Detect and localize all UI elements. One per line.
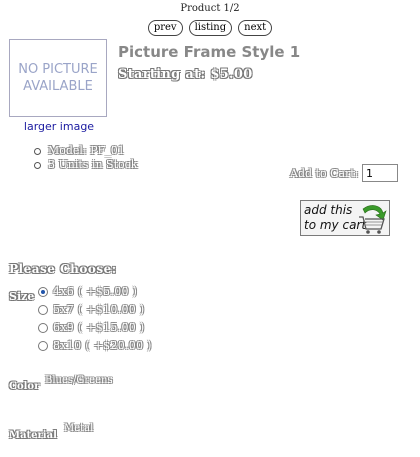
green-arrow-icon — [362, 205, 387, 221]
radio-button[interactable] — [38, 287, 48, 297]
size-option-label: 4x6 ( +$5.00 ) — [53, 285, 138, 298]
bullet-icon — [34, 161, 41, 169]
material-label: Material — [9, 430, 57, 441]
product-navigation: prev listing next — [0, 20, 420, 36]
size-option[interactable]: 6x9 ( +$15.00 ) — [38, 319, 152, 337]
material-value: Metal — [64, 423, 94, 434]
add-to-cart-label: Add to Cart: — [290, 167, 359, 180]
quantity-input[interactable] — [362, 164, 398, 182]
radio-button[interactable] — [38, 341, 48, 351]
product-counter: Product 1/2 — [180, 3, 240, 14]
color-label: Color — [9, 381, 40, 392]
radio-button[interactable] — [38, 305, 48, 315]
size-option[interactable]: 4x6 ( +$5.00 ) — [38, 283, 152, 301]
product-model: Model: PF_01 — [48, 144, 125, 157]
larger-image-link[interactable]: larger image — [10, 120, 108, 133]
list-item: 3 Units in Stock — [34, 158, 137, 172]
cart-wheel — [377, 230, 381, 234]
attributes-heading: Please Choose: — [9, 262, 117, 276]
cart-lines — [365, 221, 383, 226]
size-option[interactable]: 5x7 ( +$10.00 ) — [38, 301, 152, 319]
product-stock: 3 Units in Stock — [48, 158, 138, 171]
prev-button[interactable]: prev — [147, 20, 183, 36]
size-option-label: 6x9 ( +$15.00 ) — [53, 321, 145, 334]
product-price: Starting at: $5.00 — [118, 67, 253, 82]
radio-button[interactable] — [38, 323, 48, 333]
cart-wheel — [366, 230, 370, 234]
color-value: Blues/Greens — [45, 375, 113, 386]
cart-body — [359, 216, 385, 230]
no-picture-text-line2: AVAILABLE — [23, 79, 93, 94]
no-picture-text-line1: NO PICTURE — [18, 62, 98, 77]
size-option-label: 5x7 ( +$10.00 ) — [53, 303, 145, 316]
shopping-cart-icon — [359, 205, 387, 234]
size-label: Size — [9, 290, 35, 303]
list-item: Model: PF_01 — [34, 144, 137, 158]
listing-button[interactable]: listing — [188, 20, 233, 36]
size-option-label: 8x10 ( +$20.00 ) — [53, 339, 152, 352]
size-options: 4x6 ( +$5.00 ) 5x7 ( +$10.00 ) 6x9 ( +$15.… — [38, 283, 152, 355]
product-title: Picture Frame Style 1 — [118, 43, 301, 61]
product-details-list: Model: PF_01 3 Units in Stock — [34, 144, 137, 172]
size-option[interactable]: 8x10 ( +$20.00 ) — [38, 337, 152, 355]
bullet-icon — [34, 147, 41, 155]
add-to-cart-button[interactable]: add this to my cart — [300, 200, 390, 236]
next-button[interactable]: next — [238, 20, 273, 36]
product-image-placeholder[interactable]: NO PICTURE AVAILABLE — [9, 39, 107, 117]
